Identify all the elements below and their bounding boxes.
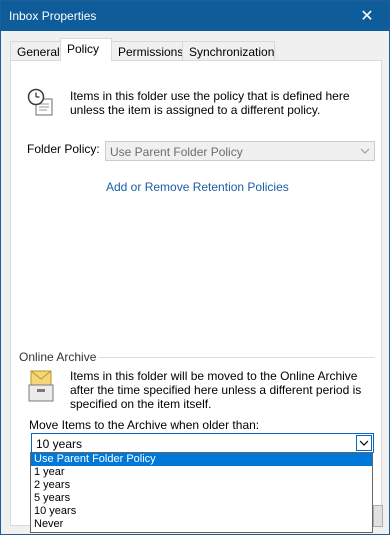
tab-permissions[interactable]: Permissions: [111, 41, 183, 60]
archive-envelope-icon: [28, 370, 54, 402]
archive-description: Items in this folder will be moved to th…: [70, 369, 362, 411]
online-archive-heading: Online Archive: [19, 350, 97, 364]
dialog-button-edge[interactable]: [373, 505, 383, 527]
archive-age-dropdown-list: Use Parent Folder Policy 1 year 2 years …: [30, 452, 373, 533]
folder-policy-label: Folder Policy:: [27, 142, 100, 156]
retention-policies-link[interactable]: Add or Remove Retention Policies: [106, 180, 289, 194]
tab-general[interactable]: General: [10, 41, 61, 60]
tab-synchronization-label: Synchronization: [189, 45, 275, 59]
tab-policy[interactable]: Policy: [60, 38, 112, 61]
tab-policy-label: Policy: [67, 42, 100, 56]
chevron-down-icon: [356, 435, 372, 451]
dropdown-option[interactable]: 5 years: [31, 492, 372, 505]
dropdown-option[interactable]: 1 year: [31, 466, 372, 479]
tab-general-label: General: [17, 45, 60, 59]
tab-synchronization[interactable]: Synchronization: [182, 41, 275, 60]
folder-policy-value: Use Parent Folder Policy: [110, 145, 243, 159]
title-bar[interactable]: Inbox Properties ✕: [1, 1, 389, 31]
section-divider: [99, 357, 375, 358]
properties-dialog: Inbox Properties ✕ General Policy Permis…: [0, 0, 390, 535]
close-icon: ✕: [360, 8, 374, 25]
archive-age-select[interactable]: 10 years: [31, 433, 374, 453]
window-title: Inbox Properties: [9, 9, 97, 23]
chevron-down-icon: [356, 142, 374, 160]
folder-policy-select[interactable]: Use Parent Folder Policy: [105, 141, 375, 161]
policy-description: Items in this folder use the policy that…: [70, 89, 350, 117]
tab-permissions-label: Permissions: [118, 45, 184, 59]
dropdown-option[interactable]: Use Parent Folder Policy: [31, 453, 372, 466]
dropdown-option[interactable]: 10 years: [31, 505, 372, 518]
close-button[interactable]: ✕: [345, 1, 389, 31]
clock-document-icon: [27, 88, 53, 116]
move-items-label: Move Items to the Archive when older tha…: [29, 418, 260, 432]
dropdown-option[interactable]: 2 years: [31, 479, 372, 492]
dropdown-option[interactable]: Never: [31, 518, 372, 531]
archive-age-value: 10 years: [36, 437, 83, 451]
